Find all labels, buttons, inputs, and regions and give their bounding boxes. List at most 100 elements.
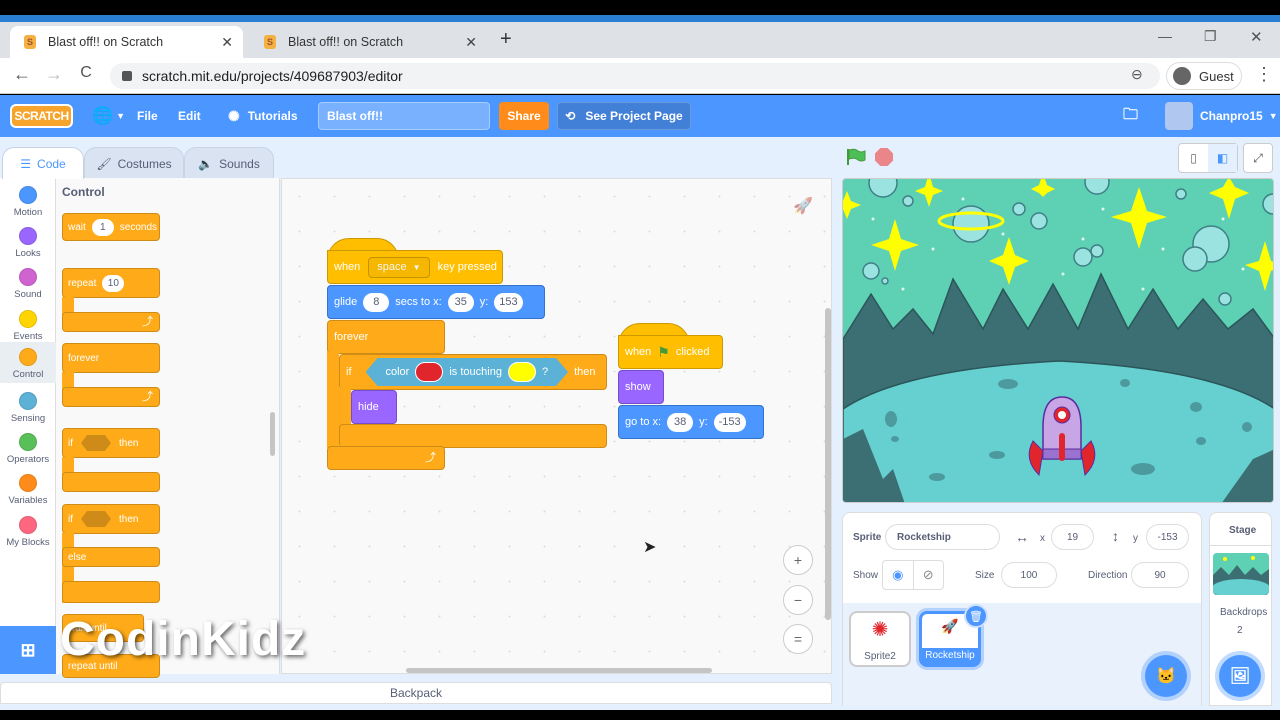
restore-button[interactable]: ❐ [1204,28,1217,45]
large-stage-icon[interactable]: ◧ [1208,144,1237,172]
stage-canvas[interactable] [842,178,1274,503]
visibility-toggle: ◉ ⊘ [882,560,944,590]
glide-y-input[interactable]: 153 [494,292,523,312]
if-then-block[interactable]: if color is touching ? then [339,354,607,390]
share-button[interactable]: Share [499,102,549,130]
stop-button[interactable] [875,148,893,166]
forward-button[interactable]: → [42,64,66,85]
tutorials-button[interactable]: ✺ Tutorials [228,95,298,137]
forever-block[interactable]: forever [327,320,445,354]
category-motion[interactable]: Motion [0,182,56,223]
close-tab-icon[interactable]: ✕ [465,34,477,51]
zoom-out-button[interactable]: − [783,585,813,615]
palette-if-then-block-foot[interactable] [62,472,160,492]
category-sensing[interactable]: Sensing [0,388,56,429]
palette-forever-block-foot[interactable]: ⤴ [62,387,160,407]
scratch-logo[interactable]: SCRATCH [10,104,73,128]
user-avatar[interactable] [1165,102,1193,130]
category-events[interactable]: Events [0,306,56,347]
script-vertical-scrollbar[interactable] [825,308,831,620]
language-globe-icon[interactable]: 🌐 ▼ [92,95,125,137]
glide-block[interactable]: glide 8 secs to x: 35 y: 153 [327,285,545,319]
palette-if-then-block[interactable]: if then [62,428,160,458]
file-menu[interactable]: File [137,95,158,137]
palette-repeat-block[interactable]: repeat 10 [62,268,160,298]
my-stuff-folder-icon[interactable]: 🗀 [1123,95,1138,137]
reload-button[interactable]: C [74,64,98,82]
glide-x-input[interactable]: 35 [447,292,474,312]
key-dropdown[interactable]: space ▼ [368,256,430,278]
add-extension-button[interactable]: ⊞ [0,626,56,674]
new-tab-button[interactable]: + [500,28,512,51]
sprite-y-input[interactable]: -153 [1146,524,1189,550]
category-label: Control [12,369,44,380]
hide-eye-icon[interactable]: ⊘ [914,561,944,589]
category-control[interactable]: Control [0,342,56,383]
category-sound[interactable]: Sound [0,264,56,305]
backpack-bar[interactable]: Backpack [0,682,832,704]
delete-sprite-button[interactable]: 🗑 [964,604,988,628]
goto-y-input[interactable]: -153 [713,412,746,432]
go-to-xy-block[interactable]: go to x: 38 y: -153 [618,405,764,439]
category-looks[interactable]: Looks [0,223,56,264]
small-stage-icon[interactable]: ▯ [1179,144,1208,172]
tab-sounds[interactable]: 🔈 Sounds [184,147,274,179]
sprite-x-input[interactable]: 19 [1051,524,1094,550]
zoom-reset-button[interactable]: = [783,624,813,654]
back-button[interactable]: ← [10,64,34,85]
block-input[interactable]: 10 [102,274,125,292]
tab-code-label: Code [37,156,66,171]
hide-block[interactable]: hide [351,390,397,424]
stage-thumbnail[interactable] [1213,553,1269,595]
browser-tab-2[interactable]: S Blast off!! on Scratch ✕ [250,26,487,58]
touching-color-block[interactable]: color is touching ? [366,358,569,386]
account-menu[interactable]: Chanpro15 ▼ [1200,95,1278,137]
show-eye-icon[interactable]: ◉ [883,561,914,589]
palette-if-else-block-foot[interactable] [62,581,160,603]
block-text: y: [479,296,489,308]
tab-code[interactable]: ☰ Code [2,147,84,179]
close-tab-icon[interactable]: ✕ [221,34,233,51]
palette-forever-block[interactable]: forever [62,343,160,373]
zoom-magnifier-icon[interactable]: ⊖ [1131,66,1143,83]
zoom-in-button[interactable]: + [783,545,813,575]
minimize-button[interactable]: — [1158,28,1172,44]
profile-button[interactable]: Guest [1166,62,1242,90]
see-project-page-button[interactable]: ⟲ See Project Page [557,102,691,130]
project-title-input[interactable]: Blast off!! [318,102,490,130]
browser-tab-1[interactable]: S Blast off!! on Scratch ✕ [10,26,243,58]
tab-title: Blast off!! on Scratch [288,35,404,49]
palette-if-else-block[interactable]: if then [62,504,160,534]
script-horizontal-scrollbar[interactable] [406,668,712,673]
when-flag-clicked-block[interactable]: when ⚑ clicked [618,335,723,369]
sprite-thumb-sprite2[interactable]: ✺ Sprite2 [849,611,911,667]
goto-x-input[interactable]: 38 [667,412,694,432]
palette-repeat-block-foot[interactable]: ⤴ [62,312,160,332]
url-field[interactable]: scratch.mit.edu/projects/409687903/edito… [110,63,1160,89]
sprite-size-input[interactable]: 100 [1001,562,1057,588]
choose-backdrop-button[interactable]: 🖼 [1219,655,1261,697]
choose-sprite-button[interactable]: 🐱 [1145,655,1187,697]
when-key-pressed-block[interactable]: when space ▼ key pressed [327,250,503,284]
green-flag-button[interactable] [846,148,866,166]
color-swatch-red[interactable] [415,362,443,382]
close-window-button[interactable]: ✕ [1250,28,1263,46]
category-label: Operators [6,454,50,465]
tab-costumes[interactable]: 🖌 Costumes [84,147,184,179]
sprite-name-input[interactable]: Rocketship [885,524,1000,550]
sprite-direction-input[interactable]: 90 [1131,562,1189,588]
fullscreen-button[interactable]: ⤢ [1243,143,1273,173]
boolean-slot[interactable] [81,511,111,527]
category-variables[interactable]: Variables [0,470,56,511]
palette-wait-block[interactable]: wait 1 seconds [62,213,160,241]
show-block[interactable]: show [618,370,664,404]
block-input[interactable]: 1 [91,218,114,236]
palette-scrollbar[interactable] [270,412,275,456]
browser-menu-icon[interactable]: ⋮ [1255,64,1273,85]
boolean-slot[interactable] [81,435,111,451]
edit-menu[interactable]: Edit [178,95,201,137]
color-swatch-yellow[interactable] [508,362,536,382]
category-operators[interactable]: Operators [0,429,56,470]
category-my-blocks[interactable]: My Blocks [0,512,56,553]
glide-secs-input[interactable]: 8 [363,292,390,312]
